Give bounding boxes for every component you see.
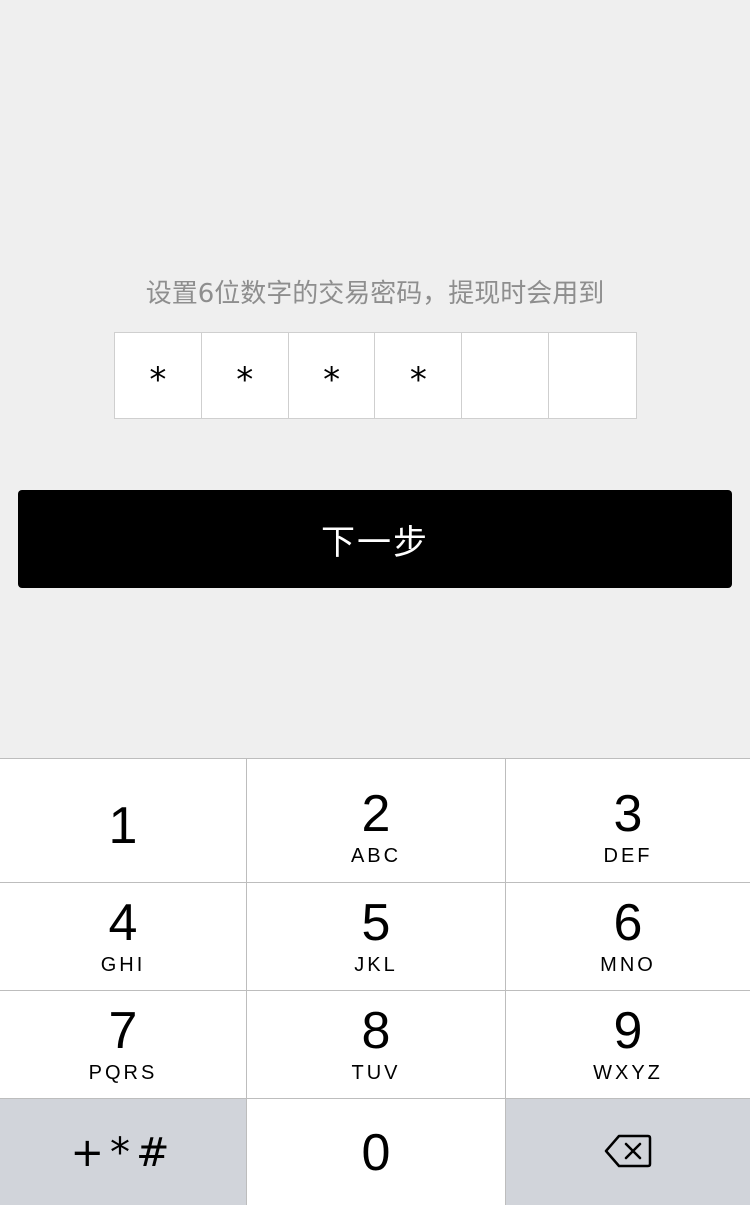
key-6-digit: 6 [613,894,643,952]
symbols-label: +*# [70,1129,176,1176]
pin-instruction: 设置6位数字的交易密码，提现时会用到 [145,279,605,309]
key-3[interactable]: 3 DEF [506,759,750,883]
key-7-digit: 7 [108,1002,138,1060]
pin-digit-3: * [289,333,376,418]
key-0[interactable]: 0 [247,1099,506,1205]
key-3-letters: DEF [603,845,653,867]
key-2-digit: 2 [361,785,391,843]
pin-digit-5 [462,333,550,418]
symbols-key[interactable]: +*# [0,1099,247,1205]
key-6[interactable]: 6 MNO [506,883,750,991]
key-1[interactable]: 1 [0,759,247,883]
key-5-letters: JKL [354,954,398,976]
key-8-letters: TUV [351,1062,401,1084]
delete-key[interactable] [506,1099,750,1205]
backspace-icon [604,1133,652,1173]
set-pin-screen: 设置6位数字的交易密码，提现时会用到 * * * * 下一步 1 2 ABC 3… [0,0,750,1205]
key-4[interactable]: 4 GHI [0,883,247,991]
key-8[interactable]: 8 TUV [247,991,506,1099]
next-step-button[interactable]: 下一步 [18,490,732,588]
key-9-letters: WXYZ [593,1062,663,1084]
key-2[interactable]: 2 ABC [247,759,506,883]
key-9[interactable]: 9 WXYZ [506,991,750,1099]
key-4-digit: 4 [108,894,138,952]
pin-digit-6 [549,333,636,418]
key-9-digit: 9 [613,1002,643,1060]
pin-digit-1: * [115,333,202,418]
pin-digit-4: * [375,333,463,418]
key-4-letters: GHI [100,954,146,976]
key-1-digit: 1 [108,796,138,855]
pin-input[interactable]: * * * * [114,332,637,419]
numeric-keypad: 1 2 ABC 3 DEF 4 GHI 5 JKL 6 MNO 7 PQRS 8 [0,758,750,1205]
key-2-letters: ABC [350,845,402,867]
key-3-digit: 3 [613,785,643,843]
key-7[interactable]: 7 PQRS [0,991,247,1099]
key-5-digit: 5 [361,894,391,952]
key-0-digit: 0 [361,1123,391,1182]
key-6-letters: MNO [600,954,656,976]
key-5[interactable]: 5 JKL [247,883,506,991]
key-8-digit: 8 [361,1002,391,1060]
pin-digit-2: * [202,333,289,418]
key-7-letters: PQRS [88,1062,158,1084]
